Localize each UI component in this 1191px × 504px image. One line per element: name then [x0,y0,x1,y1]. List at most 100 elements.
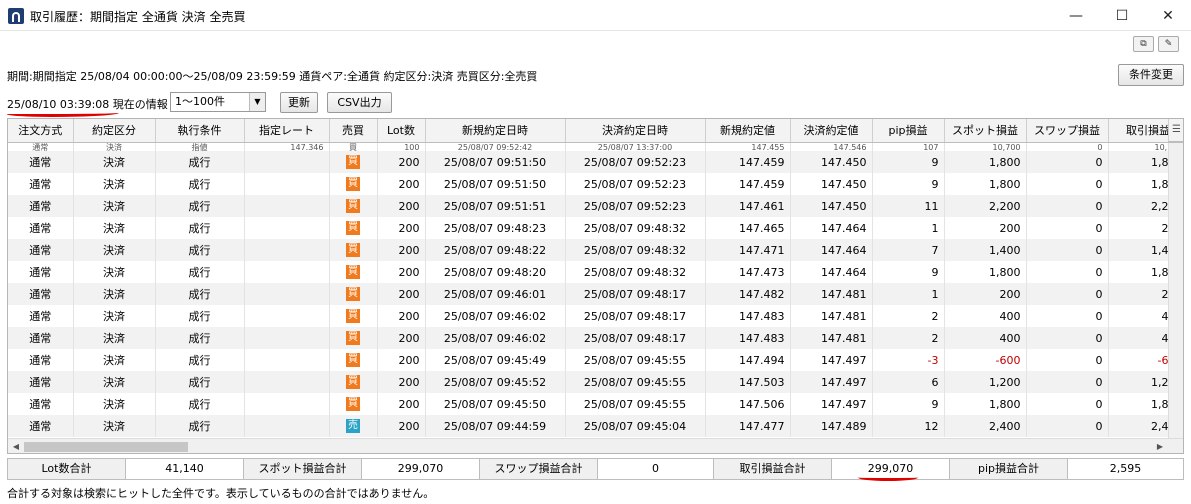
cell-close-price: 147.464 [790,217,873,239]
cell-specified-rate [244,327,330,349]
cell-order-type: 通常 [8,327,74,349]
cell-spot-pl: 400 [944,305,1027,327]
app-logo-icon [8,8,24,24]
column-header-open-price[interactable]: 新規約定値 [705,119,791,143]
horizontal-scroll-thumb[interactable] [24,442,188,452]
cell-open-price: 147.494 [705,349,791,371]
swap-total-label: スワップ損益合計 [480,459,598,479]
cell-spot-pl: 2,200 [944,195,1027,217]
table-row[interactable]: 通常 決済 成行 買 200 25/08/07 09:48:22 25/08/07 09:4… [8,239,1183,261]
column-header-lot[interactable]: Lot数 [377,119,426,143]
cell-lot: 200 [377,415,426,437]
table-row[interactable]: 通常 決済 成行 買 200 25/08/07 09:46:02 25/08/07 09:4… [8,305,1183,327]
table-row[interactable]: 通常 決済 成行 買 200 25/08/07 09:51:50 25/08/07 09:5… [8,151,1183,173]
table-row[interactable]: 通常 決済 成行 売 200 25/08/07 09:44:59 25/08/07 09:4… [8,415,1183,437]
column-header-open-time[interactable]: 新規約定日時 [425,119,566,143]
cell-open-time: 25/08/07 09:48:20 [425,261,566,283]
dropdown-arrow-icon[interactable]: ▼ [249,93,265,111]
undock-icon[interactable]: ⧉ [1133,36,1154,52]
cell-pips: 2 [872,327,945,349]
column-header-spot-pl[interactable]: スポット損益 [944,119,1027,143]
csv-export-button[interactable]: CSV出力 [327,92,392,113]
cell-open-price: 147.459 [705,151,791,173]
cell-close-price: 147.546 [790,143,873,151]
cell-lot: 200 [377,217,426,239]
scroll-right-icon[interactable]: ▶ [1152,439,1168,453]
page-range-select[interactable]: 1～100件 ▼ [170,92,266,112]
cell-spot-pl: 400 [944,327,1027,349]
cell-close-time: 25/08/07 09:45:55 [565,349,706,371]
scroll-left-icon[interactable]: ◀ [8,439,24,453]
cell-exec-condition: 成行 [155,173,245,195]
cell-specified-rate [244,151,330,173]
cell-side: 買 [329,143,378,151]
table-row[interactable]: 通常 決済 成行 買 200 25/08/07 09:51:50 25/08/07 09:5… [8,173,1183,195]
maximize-icon[interactable]: ☐ [1099,0,1145,31]
cell-order-type: 通常 [8,283,74,305]
cell-open-time: 25/08/07 09:51:50 [425,151,566,173]
pin-icon[interactable]: ✎ [1158,36,1179,52]
cell-open-time: 25/08/07 09:44:59 [425,415,566,437]
cell-close-time: 25/08/07 09:52:23 [565,195,706,217]
column-header-side[interactable]: 売買 [329,119,378,143]
minimize-icon[interactable]: — [1053,0,1099,31]
cell-exec-condition: 成行 [155,415,245,437]
cell-settle-type: 決済 [73,349,156,371]
cell-order-type: 通常 [8,173,74,195]
horizontal-scrollbar[interactable]: ◀ ▶ [8,438,1183,453]
cell-lot: 200 [377,261,426,283]
red-annotation-underline [858,474,918,481]
vertical-scrollbar[interactable] [1168,143,1183,438]
table-row[interactable]: 通常 決済 成行買 200 25/08/07 09:46:01 25/08/07 09:4… [8,283,1183,305]
cell-swap-pl: 0 [1026,261,1109,283]
cell-pips: 9 [872,261,945,283]
cell-exec-condition: 成行 [155,305,245,327]
cell-exec-condition: 成行 [155,283,245,305]
cell-open-price: 147.477 [705,415,791,437]
column-header-order-type[interactable]: 注文方式 [8,119,74,143]
cell-settle-type: 決済 [73,217,156,239]
cell-close-time: 25/08/07 13:37:00 [565,143,706,151]
cell-swap-pl: 0 [1026,371,1109,393]
pl-total-label: 取引損益合計 [714,459,832,479]
table-row[interactable]: 通常 決済 成行 買 200 25/08/07 09:51:51 25/08/07 09:5… [8,195,1183,217]
column-header-specified-rate[interactable]: 指定レート [244,119,330,143]
column-header-close-price[interactable]: 決済約定値 [790,119,873,143]
cell-specified-rate [244,239,330,261]
cell-close-time: 25/08/07 09:48:17 [565,283,706,305]
cell-close-time: 25/08/07 09:48:17 [565,305,706,327]
table-row[interactable]: 通常 決済 成行 買 200 25/08/07 09:45:49 25/08/07 09:4… [8,349,1183,371]
column-header-exec-condition[interactable]: 執行条件 [155,119,245,143]
table-row[interactable]: 通常 決済 成行買 200 25/08/07 09:48:23 25/08/07 09:4… [8,217,1183,239]
column-header-swap-pl[interactable]: スワップ損益 [1026,119,1109,143]
column-header-close-time[interactable]: 決済約定日時 [565,119,706,143]
change-conditions-button[interactable]: 条件変更 [1118,64,1184,86]
table-row[interactable]: 通常 決済 成行 買 200 25/08/07 09:45:52 25/08/07 09:4… [8,371,1183,393]
close-icon[interactable]: ✕ [1145,0,1191,31]
cell-open-price: 147.459 [705,173,791,195]
cell-settle-type: 決済 [73,415,156,437]
cell-close-price: 147.497 [790,393,873,415]
table-row-partial[interactable]: 通常 決済 指値 147.346 買 100 25/08/07 09:52:42 25/08/… [8,143,1183,151]
cell-side: 買 [329,239,378,261]
cell-lot: 200 [377,239,426,261]
table-row[interactable]: 通常 決済 成行 買 200 25/08/07 09:48:20 25/08/07 09:4… [8,261,1183,283]
cell-lot: 200 [377,349,426,371]
cell-lot: 200 [377,173,426,195]
column-header-settle-type[interactable]: 約定区分 [73,119,156,143]
cell-pips: 2 [872,305,945,327]
buy-badge: 買 [346,353,360,367]
cell-settle-type: 決済 [73,239,156,261]
column-settings-icon[interactable]: ☰ [1168,119,1183,142]
table-row[interactable]: 通常 決済 成行 買 200 25/08/07 09:45:50 25/08/07 09:4… [8,393,1183,415]
cell-swap-pl: 0 [1026,283,1109,305]
cell-order-type: 通常 [8,261,74,283]
refresh-button[interactable]: 更新 [280,92,318,113]
column-header-pips[interactable]: pip損益 [872,119,945,143]
cell-settle-type: 決済 [73,371,156,393]
cell-specified-rate [244,283,330,305]
table-row[interactable]: 通常 決済 成行 買 200 25/08/07 09:46:02 25/08/07 09:4… [8,327,1183,349]
cell-swap-pl: 0 [1026,195,1109,217]
cell-settle-type: 決済 [73,305,156,327]
cell-exec-condition: 成行 [155,371,245,393]
